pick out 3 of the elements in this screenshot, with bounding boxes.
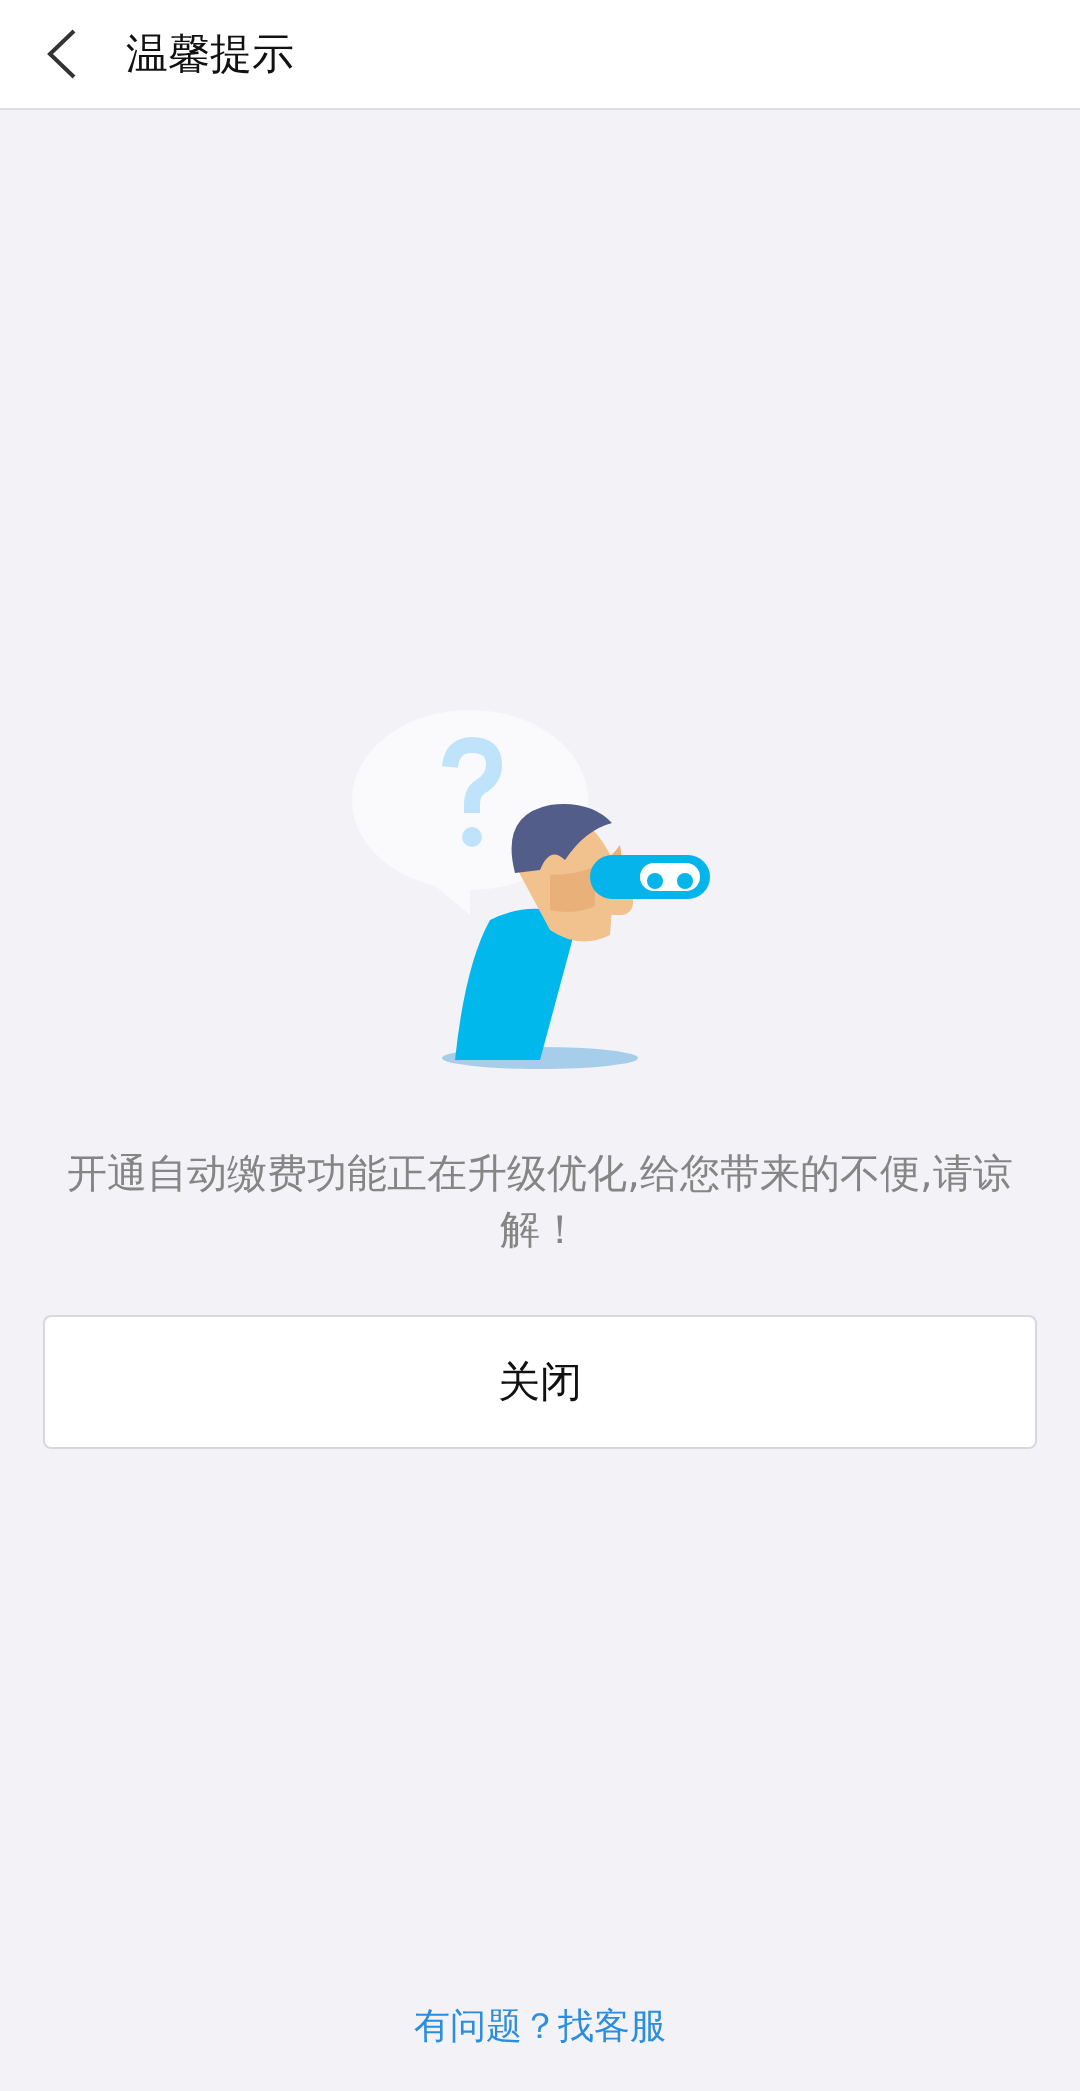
notice-message: 开通自动缴费功能正在升级优化,给您带来的不便,请谅解！ bbox=[66, 1149, 1014, 1254]
page-title: 温馨提示 bbox=[126, 28, 294, 80]
close-button[interactable]: 关闭 bbox=[43, 1315, 1037, 1449]
